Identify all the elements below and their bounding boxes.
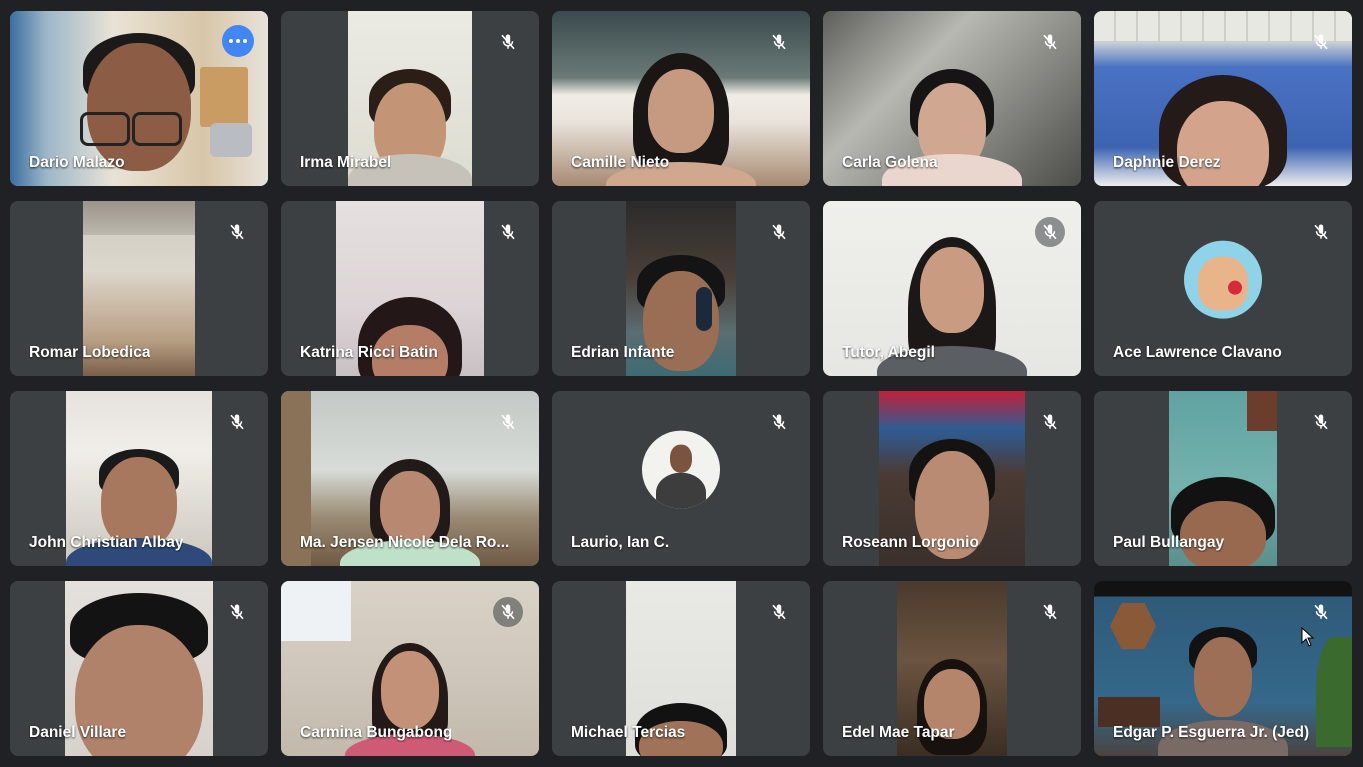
participant-tile[interactable]: Ace Lawrence Clavano: [1094, 201, 1352, 376]
mic-off-icon: [493, 27, 523, 57]
participant-name: Carmina Bungabong: [300, 724, 453, 741]
participant-tile[interactable]: Edgar P. Esguerra Jr. (Jed): [1094, 581, 1352, 756]
participant-name: Tutor, Abegil: [842, 344, 935, 361]
participant-name: Edel Mae Tapar: [842, 724, 955, 741]
mic-off-icon: [222, 407, 252, 437]
participant-name: Roseann Lorgonio: [842, 534, 979, 551]
mic-off-icon: [1306, 407, 1336, 437]
participant-tile[interactable]: Laurio, Ian C.: [552, 391, 810, 566]
mic-off-icon: [222, 597, 252, 627]
participant-tile[interactable]: Edel Mae Tapar: [823, 581, 1081, 756]
participant-name: Edrian Infante: [571, 344, 675, 361]
participant-grid: Dario Malazo Irma Mirabel Camille Nieto …: [10, 11, 1354, 756]
mic-off-icon: [1035, 27, 1065, 57]
participant-tile[interactable]: Carmina Bungabong: [281, 581, 539, 756]
mic-off-icon: [764, 217, 794, 247]
more-options-icon: [229, 39, 233, 43]
mic-off-icon: [1035, 407, 1065, 437]
participant-tile[interactable]: Edrian Infante: [552, 201, 810, 376]
participant-tile[interactable]: Paul Bullangay: [1094, 391, 1352, 566]
mouse-pointer-icon: [1301, 627, 1315, 647]
mic-off-icon: [1035, 597, 1065, 627]
mic-off-icon: [764, 407, 794, 437]
participant-tile[interactable]: Carla Golena: [823, 11, 1081, 186]
participant-name: Romar Lobedica: [29, 344, 151, 361]
participant-name: Laurio, Ian C.: [571, 534, 670, 551]
participant-tile[interactable]: Dario Malazo: [10, 11, 268, 186]
participant-tile[interactable]: Ma. Jensen Nicole Dela Ro...: [281, 391, 539, 566]
mic-off-icon: [1306, 27, 1336, 57]
avatar: [642, 430, 720, 509]
mic-off-icon: [493, 217, 523, 247]
mic-off-icon: [764, 27, 794, 57]
mic-off-icon: [1035, 217, 1065, 247]
participant-tile[interactable]: Roseann Lorgonio: [823, 391, 1081, 566]
participant-name: Carla Golena: [842, 154, 938, 171]
participant-name: Camille Nieto: [571, 154, 670, 171]
participant-name: Michael Tercias: [571, 724, 686, 741]
participant-tile[interactable]: Camille Nieto: [552, 11, 810, 186]
mic-off-icon: [222, 217, 252, 247]
participant-tile[interactable]: Michael Tercias: [552, 581, 810, 756]
participant-tile[interactable]: John Christian Albay: [10, 391, 268, 566]
more-options-button[interactable]: [222, 25, 254, 57]
avatar: [1184, 240, 1262, 319]
participant-name: Dario Malazo: [29, 154, 125, 171]
participant-name: Paul Bullangay: [1113, 534, 1225, 551]
participant-name: Irma Mirabel: [300, 154, 392, 171]
mic-off-icon: [493, 407, 523, 437]
participant-name: Ace Lawrence Clavano: [1113, 344, 1282, 361]
participant-name: John Christian Albay: [29, 534, 184, 551]
participant-name: Katrina Ricci Batin: [300, 344, 438, 361]
participant-name: Ma. Jensen Nicole Dela Ro...: [300, 534, 510, 551]
mic-off-icon: [493, 597, 523, 627]
mic-off-icon: [1306, 217, 1336, 247]
participant-name: Daniel Villare: [29, 724, 127, 741]
participant-tile[interactable]: Katrina Ricci Batin: [281, 201, 539, 376]
participant-tile[interactable]: Daphnie Derez: [1094, 11, 1352, 186]
participant-name: Edgar P. Esguerra Jr. (Jed): [1113, 724, 1310, 741]
participant-tile[interactable]: Tutor, Abegil: [823, 201, 1081, 376]
participant-tile[interactable]: Daniel Villare: [10, 581, 268, 756]
mic-off-icon: [764, 597, 794, 627]
participant-name: Daphnie Derez: [1113, 154, 1221, 171]
participant-tile[interactable]: Irma Mirabel: [281, 11, 539, 186]
mic-off-icon: [1306, 597, 1336, 627]
participant-tile[interactable]: Romar Lobedica: [10, 201, 268, 376]
